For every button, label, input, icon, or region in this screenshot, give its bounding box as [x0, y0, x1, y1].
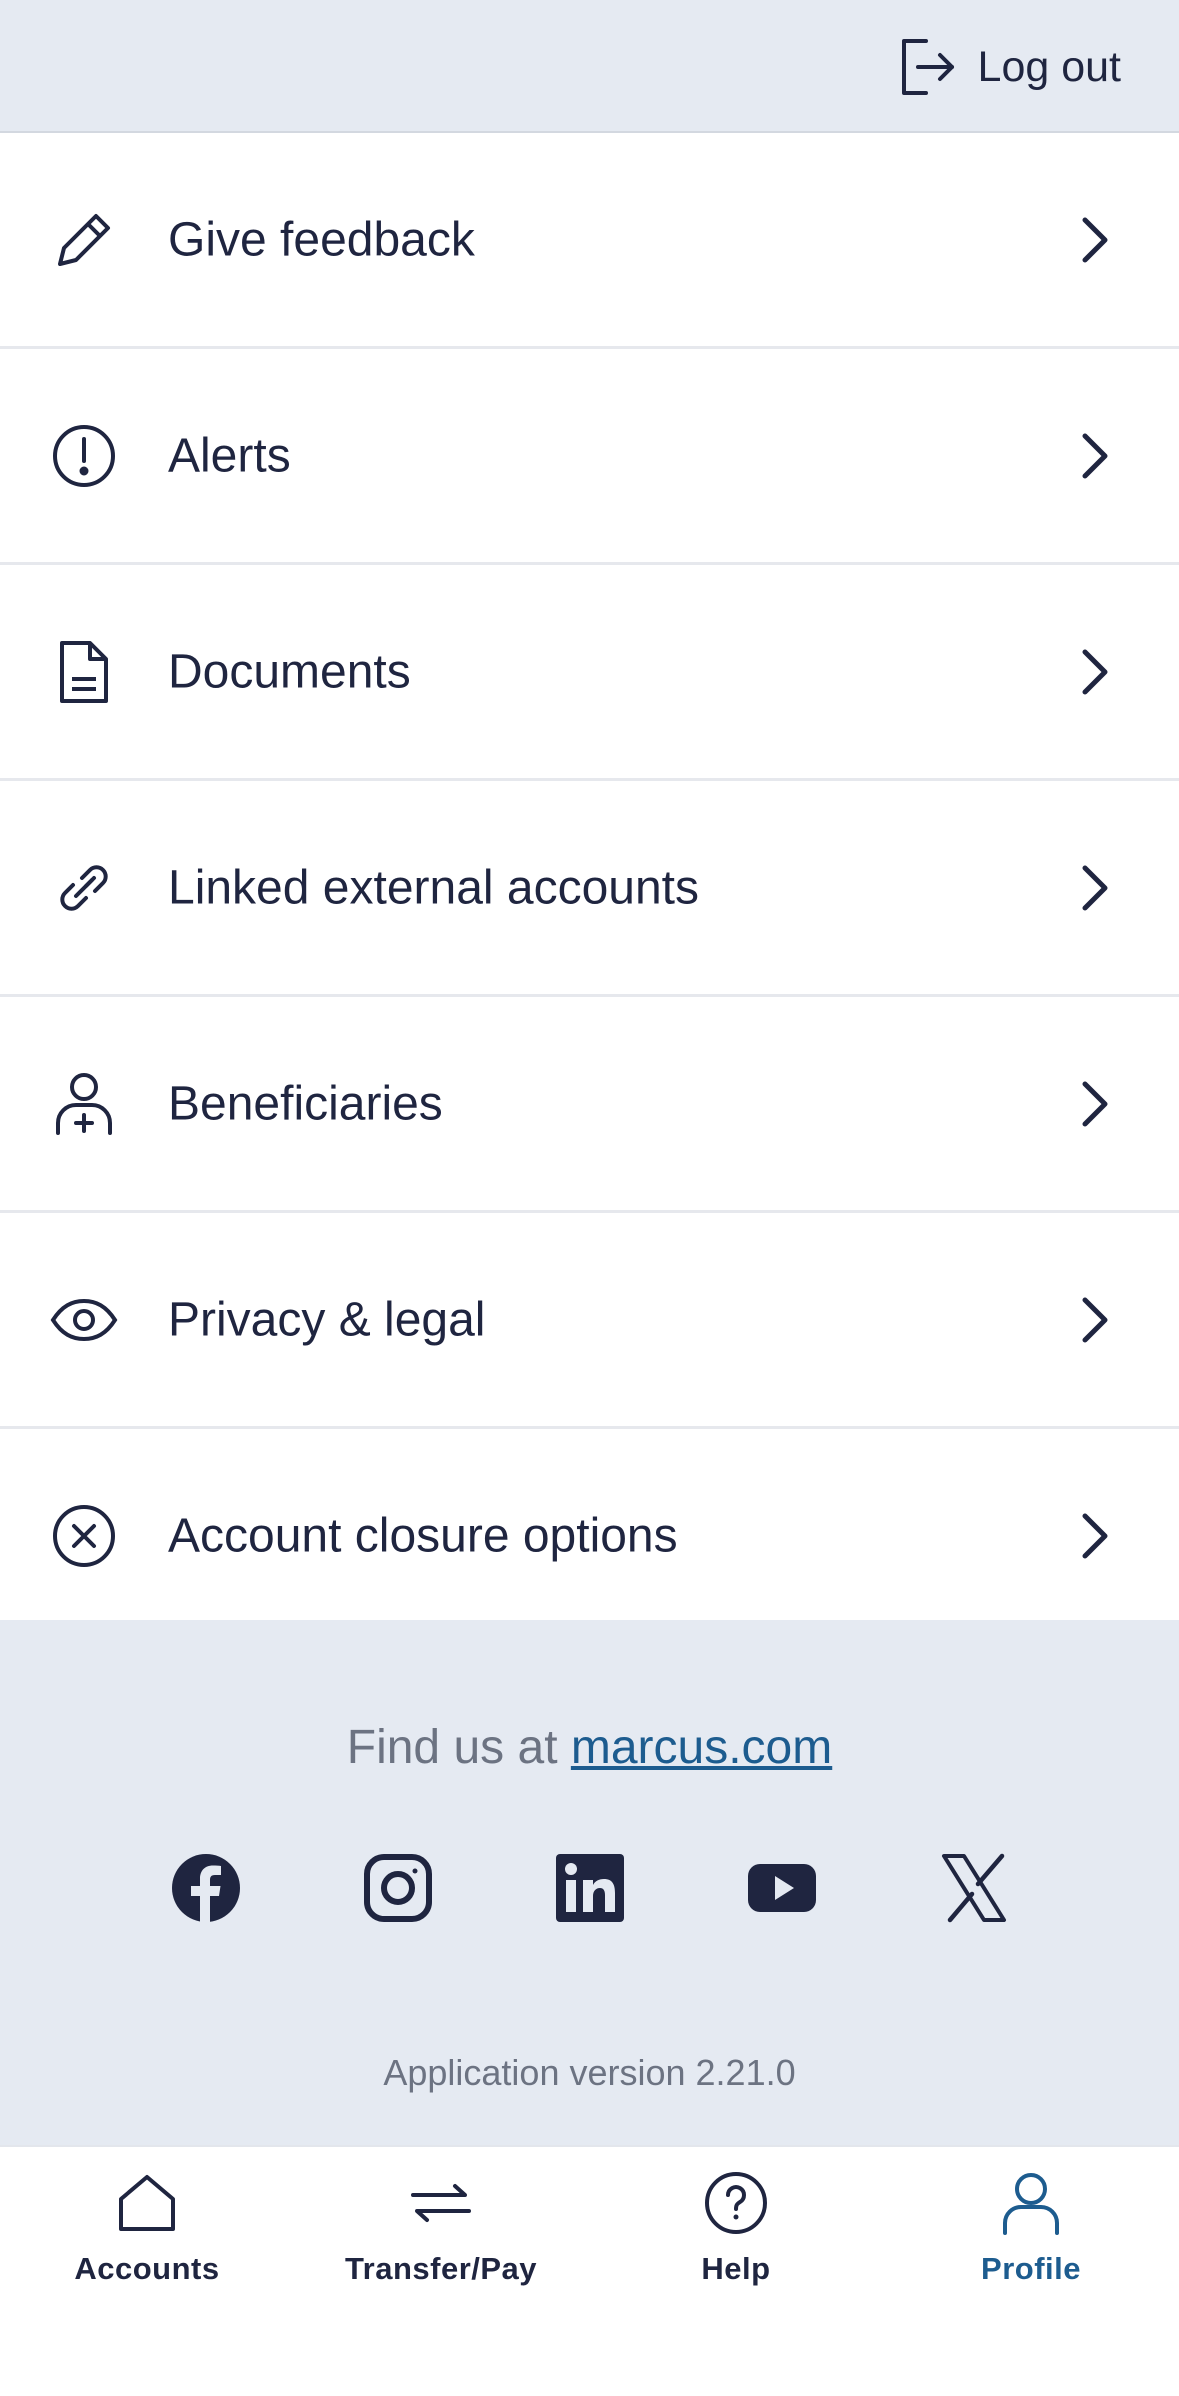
- website-link[interactable]: marcus.com: [571, 1721, 832, 1774]
- x-icon[interactable]: [938, 1852, 1010, 1924]
- logout-button[interactable]: Log out: [900, 34, 1121, 100]
- menu-item-alerts[interactable]: Alerts: [0, 349, 1179, 565]
- instagram-icon[interactable]: [362, 1852, 434, 1924]
- alert-icon: [48, 420, 120, 492]
- tab-label: Help: [701, 2251, 771, 2286]
- tab-transfer-pay[interactable]: Transfer/Pay: [294, 2171, 588, 2311]
- tab-label: Transfer/Pay: [344, 2251, 538, 2286]
- profile-menu: Give feedback Alerts Documents Linked ex…: [0, 133, 1179, 1642]
- social-links: [0, 1852, 1179, 1924]
- tab-profile[interactable]: Profile: [884, 2171, 1178, 2311]
- linkedin-icon[interactable]: [554, 1852, 626, 1924]
- menu-item-label: Linked external accounts: [168, 861, 699, 914]
- menu-item-label: Privacy & legal: [168, 1293, 486, 1346]
- menu-item-label: Give feedback: [168, 213, 475, 266]
- profile-icon: [1003, 2173, 1059, 2235]
- pencil-icon: [48, 204, 120, 276]
- chevron-right-icon: [1082, 433, 1108, 478]
- menu-item-beneficiaries[interactable]: Beneficiaries: [0, 997, 1179, 1213]
- logout-icon: [901, 39, 954, 95]
- chevron-right-icon: [1082, 865, 1108, 910]
- tab-accounts[interactable]: Accounts: [0, 2171, 294, 2311]
- top-bar: Log out: [0, 0, 1179, 133]
- menu-item-label: Alerts: [168, 429, 291, 482]
- find-us-text: Find us at marcus.com: [0, 1720, 1179, 1775]
- logout-label: Log out: [977, 42, 1121, 91]
- chevron-right-icon: [1082, 1081, 1108, 1126]
- chevron-right-icon: [1082, 217, 1108, 262]
- footer: Find us at marcus.com Application versio…: [0, 1620, 1179, 2145]
- menu-item-label: Account closure options: [168, 1509, 678, 1562]
- transfer-icon: [411, 2184, 471, 2222]
- menu-item-account-closure-options[interactable]: Account closure options: [0, 1429, 1179, 1642]
- menu-item-label: Documents: [168, 645, 411, 698]
- facebook-icon[interactable]: [170, 1852, 242, 1924]
- menu-item-documents[interactable]: Documents: [0, 565, 1179, 781]
- chevron-right-icon: [1082, 1297, 1108, 1342]
- find-us-prefix: Find us at: [346, 1721, 571, 1774]
- tab-label: Accounts: [74, 2251, 220, 2286]
- home-icon: [119, 2175, 175, 2231]
- link-icon: [48, 852, 120, 924]
- youtube-icon[interactable]: [746, 1852, 818, 1924]
- tab-help[interactable]: Help: [589, 2171, 883, 2311]
- user-add-icon: [48, 1068, 120, 1140]
- document-icon: [48, 636, 120, 708]
- close-circle-icon: [48, 1500, 120, 1572]
- menu-item-privacy-legal[interactable]: Privacy & legal: [0, 1213, 1179, 1429]
- tab-label: Profile: [981, 2251, 1081, 2286]
- menu-item-label: Beneficiaries: [168, 1077, 443, 1130]
- chevron-right-icon: [1082, 1513, 1108, 1558]
- chevron-right-icon: [1082, 649, 1108, 694]
- app-version: Application version 2.21.0: [383, 2052, 796, 2093]
- eye-icon: [48, 1284, 120, 1356]
- menu-item-linked-external-accounts[interactable]: Linked external accounts: [0, 781, 1179, 997]
- bottom-tab-bar: Accounts Transfer/Pay Help Profile: [0, 2145, 1179, 2396]
- help-icon: [705, 2172, 767, 2234]
- menu-item-give-feedback[interactable]: Give feedback: [0, 133, 1179, 349]
